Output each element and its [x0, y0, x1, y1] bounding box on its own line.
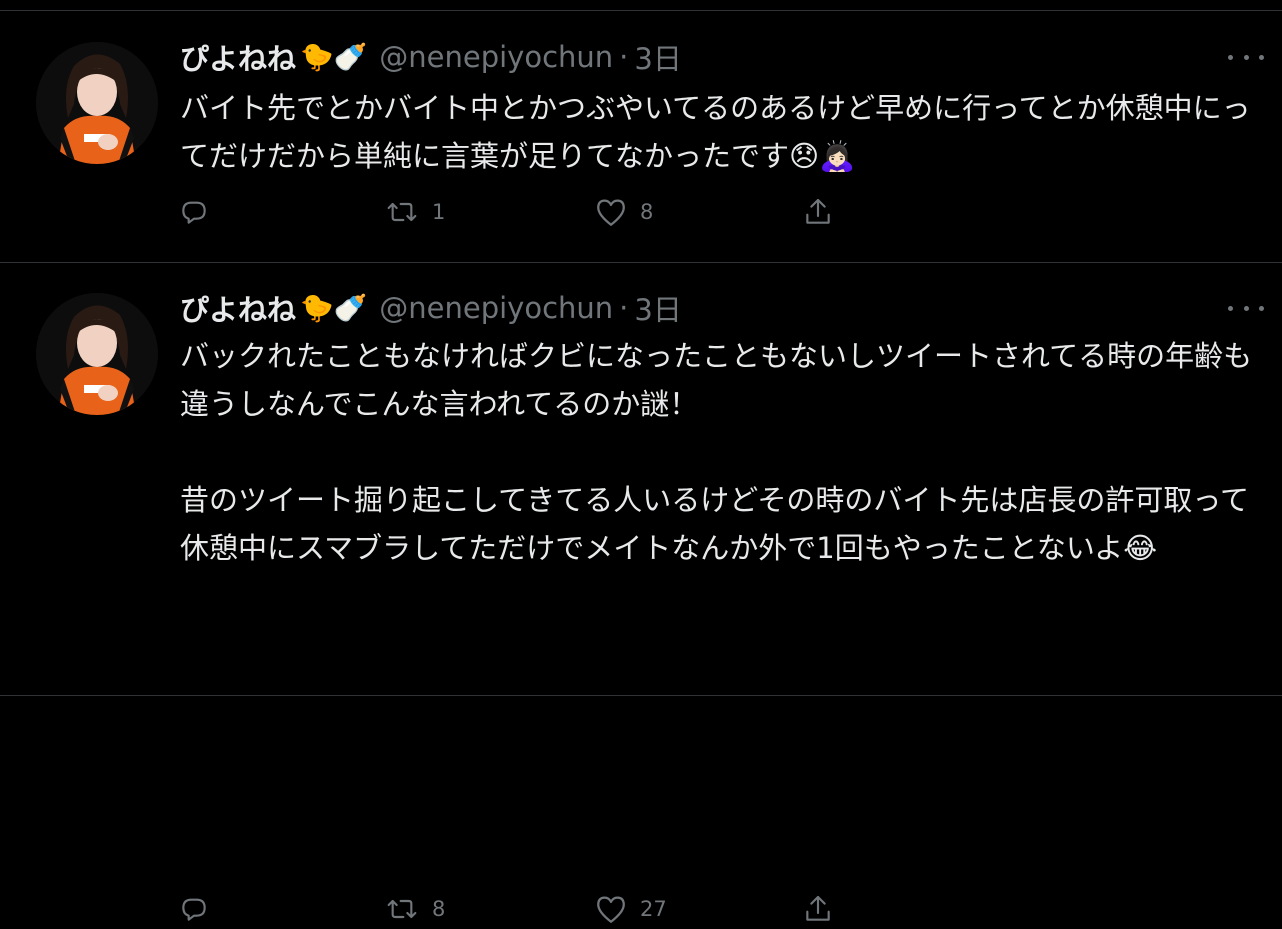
name-emojis: 🐤🍼 — [300, 293, 368, 324]
action-bar: 8 27 — [178, 889, 858, 929]
handle[interactable]: @nenepiyochun — [379, 291, 613, 325]
retweet-button[interactable]: 8 — [384, 889, 445, 929]
like-icon — [594, 893, 628, 925]
tweet-header: ぴよねね 🐤🍼 @nenepiyochun · 3日 — [180, 288, 682, 328]
retweet-count: 1 — [432, 200, 446, 224]
retweet-button[interactable]: 1 — [384, 192, 445, 232]
retweet-icon — [384, 196, 420, 228]
tweet-text: バイト先でとかバイト中とかつぶやいてるのあるけど早めに行ってとか休憩中にってだけ… — [180, 91, 1251, 173]
like-button[interactable]: 27 — [594, 889, 667, 929]
retweet-count: 8 — [432, 897, 446, 921]
separator: · — [619, 291, 629, 325]
reply-icon — [178, 893, 210, 925]
name-emojis: 🐤🍼 — [300, 42, 368, 73]
reply-button[interactable] — [178, 192, 222, 232]
more-icon[interactable] — [1228, 300, 1264, 316]
timestamp[interactable]: 3日 — [634, 287, 681, 329]
more-icon[interactable] — [1228, 49, 1264, 65]
display-name[interactable]: ぴよねね — [180, 287, 296, 329]
action-bar: 1 8 — [178, 192, 858, 232]
tweet-text: バックれたこともなければクビになったこともないしツイートされてる時の年齢も違うし… — [180, 339, 1253, 565]
avatar[interactable] — [36, 293, 158, 415]
tweet-header: ぴよねね 🐤🍼 @nenepiyochun · 3日 — [180, 37, 682, 77]
separator: · — [619, 40, 629, 74]
reply-icon — [178, 196, 210, 228]
like-count: 27 — [640, 897, 667, 921]
like-count: 8 — [640, 200, 654, 224]
display-name[interactable]: ぴよねね — [180, 36, 296, 78]
like-button[interactable]: 8 — [594, 192, 653, 232]
share-icon — [802, 196, 834, 228]
share-button[interactable] — [802, 889, 834, 929]
bottom-divider — [0, 695, 1282, 696]
tweet[interactable]: ぴよねね 🐤🍼 @nenepiyochun · 3日 バイト先でとかバイト中とか… — [0, 0, 1282, 262]
avatar[interactable] — [36, 42, 158, 164]
share-icon — [802, 893, 834, 925]
retweet-icon — [384, 893, 420, 925]
share-button[interactable] — [802, 192, 834, 232]
like-icon — [594, 196, 628, 228]
handle[interactable]: @nenepiyochun — [379, 40, 613, 74]
reply-button[interactable] — [178, 889, 222, 929]
timestamp[interactable]: 3日 — [634, 36, 681, 78]
